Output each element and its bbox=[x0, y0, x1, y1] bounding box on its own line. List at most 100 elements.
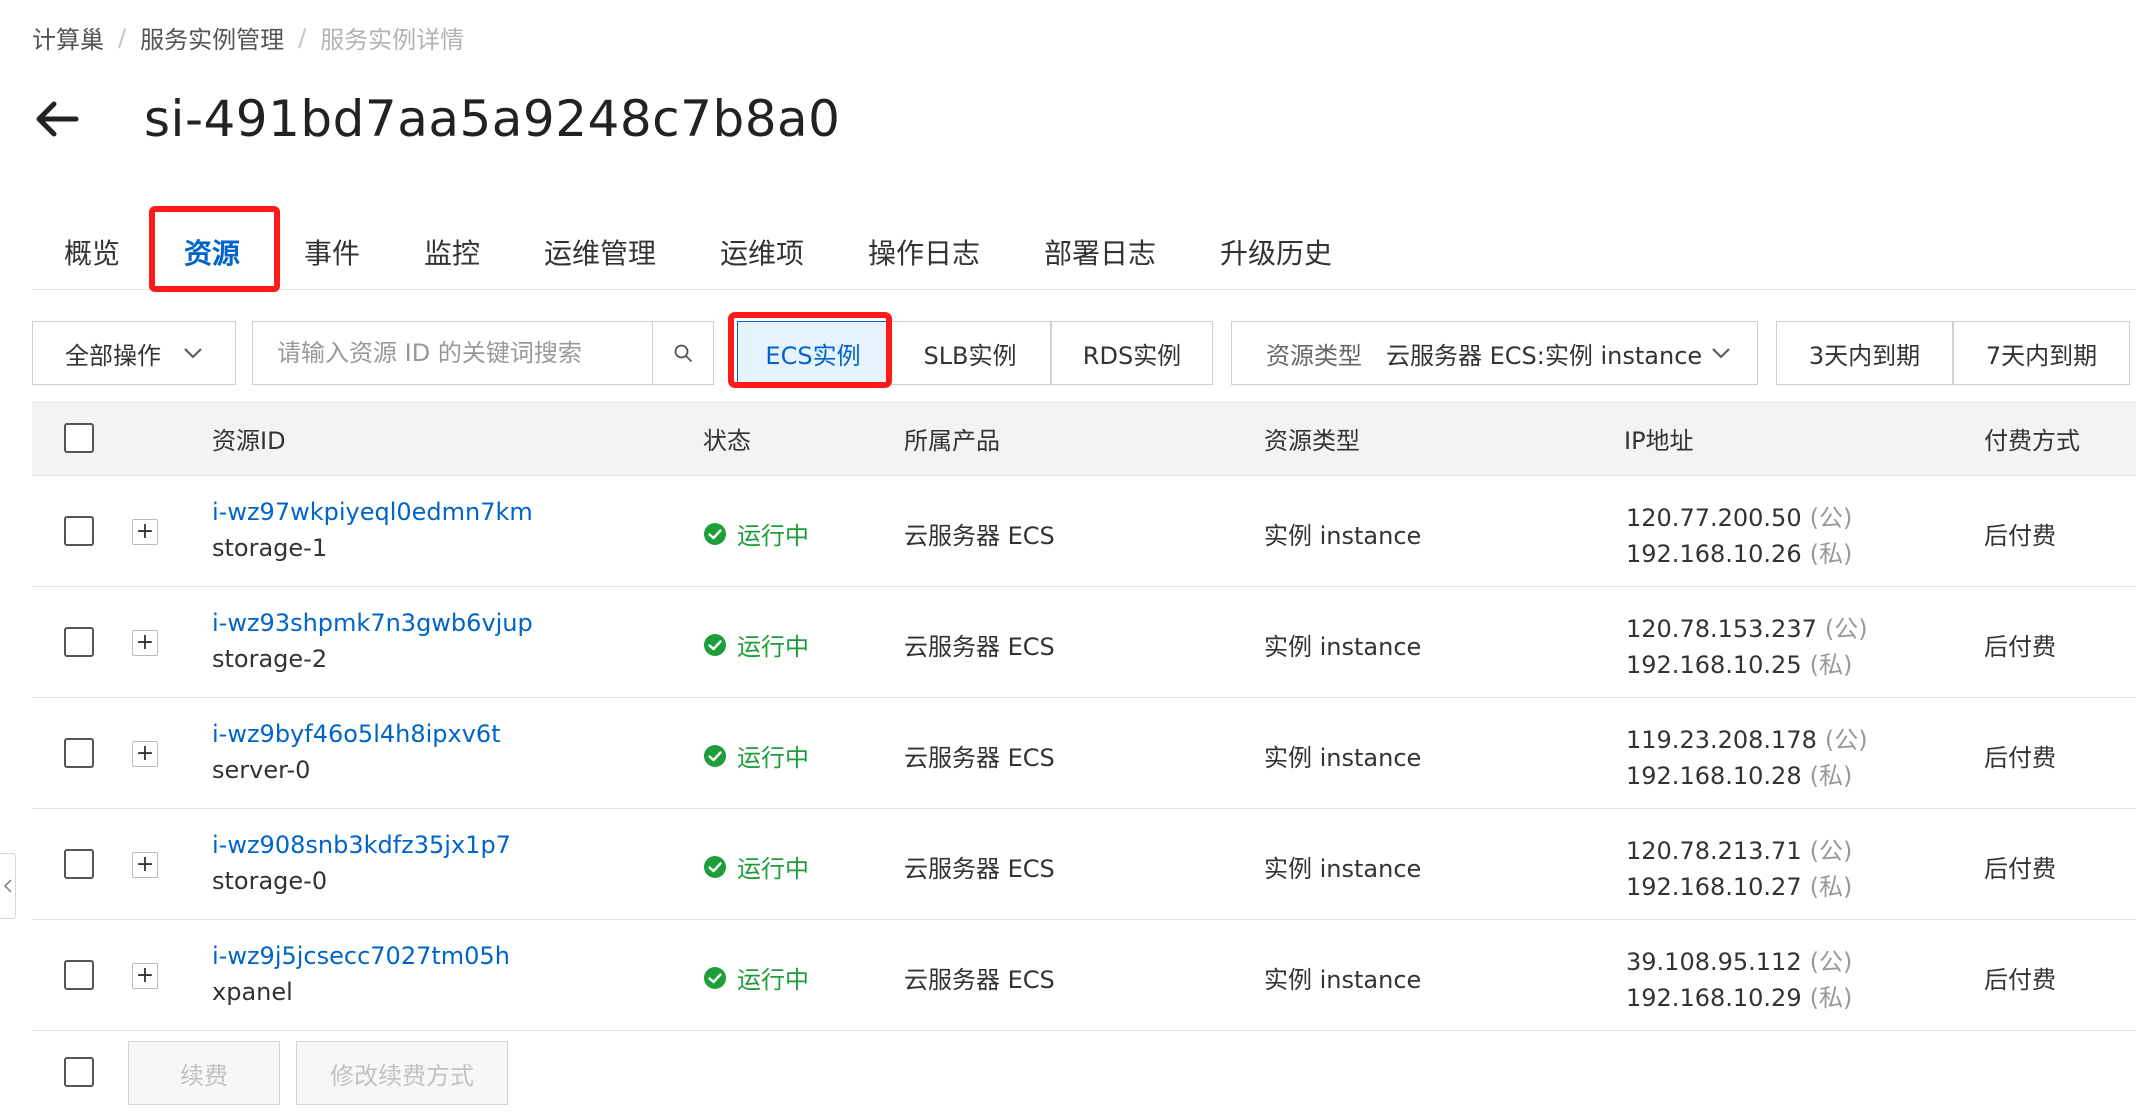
table-header: 资源ID 状态 所属产品 资源类型 IP地址 付费方式 bbox=[32, 401, 2136, 476]
tab-upgrade-history[interactable]: 升级历史 bbox=[1220, 215, 1332, 289]
status-text: 运行中 bbox=[737, 633, 809, 661]
status-badge: 运行中 bbox=[703, 849, 809, 884]
segment-rds-instances[interactable]: RDS实例 bbox=[1051, 321, 1213, 385]
private-ip-value: 192.168.10.27 bbox=[1626, 873, 1802, 901]
expire-7-days-button[interactable]: 7天内到期 bbox=[1953, 321, 2130, 385]
row-checkbox[interactable] bbox=[64, 516, 94, 546]
resource-search-input[interactable] bbox=[252, 321, 652, 385]
check-circle-icon bbox=[704, 522, 726, 545]
plus-icon: + bbox=[135, 852, 155, 877]
status-text: 运行中 bbox=[737, 522, 809, 550]
bulk-actions-dropdown[interactable]: 全部操作 bbox=[32, 321, 236, 385]
resource-type-cell: 实例 instance bbox=[1264, 633, 1422, 661]
expand-row-button[interactable]: + bbox=[132, 852, 158, 878]
tab-ops-management[interactable]: 运维管理 bbox=[544, 215, 656, 289]
expand-row-button[interactable]: + bbox=[132, 741, 158, 767]
renew-button[interactable]: 续费 bbox=[128, 1041, 280, 1105]
status-text: 运行中 bbox=[737, 966, 809, 994]
billing-cell: 后付费 bbox=[1984, 522, 2056, 550]
public-ip-value: 120.77.200.50 bbox=[1626, 504, 1802, 532]
private-ip-value: 192.168.10.25 bbox=[1626, 651, 1802, 679]
public-ip-tag: (公) bbox=[1824, 615, 1868, 643]
row-checkbox[interactable] bbox=[64, 738, 94, 768]
search-icon bbox=[674, 344, 692, 362]
public-ip: 120.77.200.50 (公) bbox=[1626, 498, 1852, 533]
plus-icon: + bbox=[135, 519, 155, 544]
breadcrumb-item-compute-nest[interactable]: 计算巢 bbox=[32, 20, 104, 55]
billing-cell: 后付费 bbox=[1984, 855, 2056, 883]
public-ip: 120.78.153.237 (公) bbox=[1626, 609, 1868, 644]
row-checkbox[interactable] bbox=[64, 960, 94, 990]
resource-type-filter[interactable]: 资源类型 云服务器 ECS:实例 instance bbox=[1231, 321, 1758, 385]
plus-icon: + bbox=[135, 963, 155, 988]
expire-3-days-button[interactable]: 3天内到期 bbox=[1776, 321, 1953, 385]
breadcrumb-item-service-instances[interactable]: 服务实例管理 bbox=[140, 20, 284, 55]
private-ip-tag: (私) bbox=[1809, 762, 1853, 790]
private-ip-tag: (私) bbox=[1809, 873, 1853, 901]
tab-deployment-logs[interactable]: 部署日志 bbox=[1044, 215, 1156, 289]
back-arrow-icon[interactable] bbox=[32, 94, 82, 144]
breadcrumb-separator: / bbox=[118, 23, 127, 52]
expand-row-button[interactable]: + bbox=[132, 519, 158, 545]
resource-id-link[interactable]: i-wz9j5jcsecc7027tm05h bbox=[212, 942, 510, 970]
status-badge: 运行中 bbox=[703, 960, 809, 995]
private-ip-value: 192.168.10.29 bbox=[1626, 984, 1802, 1012]
public-ip-value: 120.78.153.237 bbox=[1626, 615, 1817, 643]
column-header-resource-id: 资源ID bbox=[212, 426, 286, 455]
expand-row-button[interactable]: + bbox=[132, 963, 158, 989]
status-text: 运行中 bbox=[737, 744, 809, 772]
table-row: + i-wz93shpmk7n3gwb6vjup storage-2 运行中 云… bbox=[32, 587, 2136, 698]
expand-row-button[interactable]: + bbox=[132, 630, 158, 656]
tab-overview[interactable]: 概览 bbox=[64, 215, 120, 289]
breadcrumb: 计算巢 / 服务实例管理 / 服务实例详情 bbox=[32, 20, 464, 55]
check-circle-icon bbox=[704, 855, 726, 878]
page-title: si-491bd7aa5a9248c7b8a0 bbox=[144, 90, 841, 148]
private-ip: 192.168.10.27 (私) bbox=[1626, 867, 1852, 902]
tab-operation-logs[interactable]: 操作日志 bbox=[868, 215, 980, 289]
tab-events[interactable]: 事件 bbox=[304, 215, 360, 289]
segment-slb-instances[interactable]: SLB实例 bbox=[889, 321, 1051, 385]
resource-id-link[interactable]: i-wz9byf46o5l4h8ipxv6t bbox=[212, 720, 501, 748]
resource-id-link[interactable]: i-wz908snb3kdfz35jx1p7 bbox=[212, 831, 511, 859]
column-header-resource-type: 资源类型 bbox=[1264, 426, 1360, 455]
check-circle-icon bbox=[704, 966, 726, 989]
billing-cell: 后付费 bbox=[1984, 633, 2056, 661]
row-checkbox[interactable] bbox=[64, 627, 94, 657]
product-cell: 云服务器 ECS bbox=[904, 855, 1055, 883]
private-ip: 192.168.10.25 (私) bbox=[1626, 645, 1852, 680]
select-all-checkbox[interactable] bbox=[64, 423, 94, 453]
table-row: + i-wz9byf46o5l4h8ipxv6t server-0 运行中 云服… bbox=[32, 698, 2136, 809]
private-ip: 192.168.10.26 (私) bbox=[1626, 534, 1852, 569]
tab-ops-items[interactable]: 运维项 bbox=[720, 215, 804, 289]
search-button[interactable] bbox=[652, 321, 714, 385]
billing-cell: 后付费 bbox=[1984, 966, 2056, 994]
private-ip-tag: (私) bbox=[1809, 540, 1853, 568]
status-badge: 运行中 bbox=[703, 627, 809, 662]
resource-name: storage-2 bbox=[212, 645, 328, 673]
column-header-product: 所属产品 bbox=[904, 426, 1000, 455]
resource-name: storage-1 bbox=[212, 534, 328, 562]
plus-icon: + bbox=[135, 741, 155, 766]
resource-id-link[interactable]: i-wz97wkpiyeql0edmn7km bbox=[212, 498, 533, 526]
status-badge: 运行中 bbox=[703, 738, 809, 773]
status-text: 运行中 bbox=[737, 855, 809, 883]
product-cell: 云服务器 ECS bbox=[904, 522, 1055, 550]
table-row: + i-wz908snb3kdfz35jx1p7 storage-0 运行中 云… bbox=[32, 809, 2136, 920]
public-ip: 120.78.213.71 (公) bbox=[1626, 831, 1852, 866]
public-ip-tag: (公) bbox=[1809, 504, 1853, 532]
highlight-box-resources-tab bbox=[149, 206, 280, 292]
resource-type-cell: 实例 instance bbox=[1264, 522, 1422, 550]
private-ip-tag: (私) bbox=[1809, 984, 1853, 1012]
footer-select-all-checkbox[interactable] bbox=[64, 1057, 94, 1087]
public-ip-value: 120.78.213.71 bbox=[1626, 837, 1802, 865]
tab-monitoring[interactable]: 监控 bbox=[424, 215, 480, 289]
bulk-actions-label: 全部操作 bbox=[65, 341, 161, 370]
row-checkbox[interactable] bbox=[64, 849, 94, 879]
resource-name: storage-0 bbox=[212, 867, 328, 895]
sidebar-collapse-handle[interactable] bbox=[0, 853, 16, 919]
resource-type-cell: 实例 instance bbox=[1264, 855, 1422, 883]
resource-id-link[interactable]: i-wz93shpmk7n3gwb6vjup bbox=[212, 609, 533, 637]
public-ip: 39.108.95.112 (公) bbox=[1626, 942, 1852, 977]
change-billing-button[interactable]: 修改续费方式 bbox=[296, 1041, 508, 1105]
table-row: + i-wz97wkpiyeql0edmn7km storage-1 运行中 云… bbox=[32, 476, 2136, 587]
